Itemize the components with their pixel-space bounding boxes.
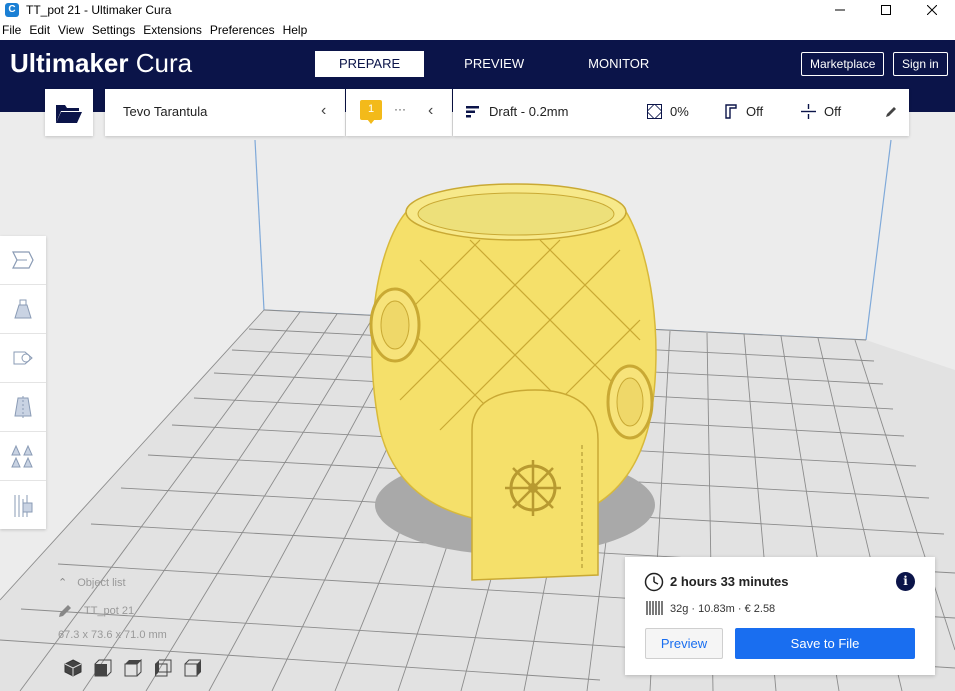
mirror-icon [14,396,32,418]
view-3d-button[interactable] [58,658,88,678]
profile-icon [466,106,479,118]
sign-in-button[interactable]: Sign in [893,52,948,76]
move-tool[interactable] [0,236,46,285]
stage-tabs: PREPARE PREVIEW MONITOR [315,51,689,77]
support-blocker-tool[interactable] [0,481,46,530]
menu-preferences[interactable]: Preferences [209,23,276,37]
extruder-dots: ··· [394,102,406,116]
folder-open-icon [56,104,82,123]
info-icon[interactable]: i [896,572,915,591]
adhesion-setting: Off [801,104,841,119]
clock-icon [644,572,664,592]
minimize-icon [835,9,845,11]
logo-brand: Ultimaker [10,48,129,78]
menu-extensions[interactable]: Extensions [142,23,203,37]
chevron-up-icon: ⌃ [58,577,68,589]
title-bar: C TT_pot 21 - Ultimaker Cura [0,0,955,20]
mirror-tool[interactable] [0,383,46,432]
cura-app-icon: C [5,3,19,17]
support-icon [725,104,737,119]
view-orientation-buttons [58,658,208,678]
pencil-icon[interactable] [885,106,897,118]
scale-icon [14,299,32,319]
tab-prepare[interactable]: PREPARE [315,51,425,77]
scale-tool[interactable] [0,285,46,334]
view-top-button[interactable] [118,658,148,678]
menu-help[interactable]: Help [282,23,309,37]
profile-setting: Draft - 0.2mm [466,104,568,119]
window-controls [817,0,955,20]
per-model-settings-tool[interactable] [0,432,46,481]
chevron-left-icon: ‹ [428,102,434,119]
material-estimate: 32g · 10.83m · € 2.58 [670,603,776,615]
extruder-selector[interactable]: 1 ··· ‹ [346,89,452,136]
3d-view-icon [64,659,82,677]
open-file-button[interactable] [45,89,93,136]
preview-button[interactable]: Preview [645,628,723,659]
object-dimensions: 67.3 x 73.6 x 71.0 mm [58,629,167,641]
menu-file[interactable]: File [1,23,22,37]
adhesion-icon [801,104,816,119]
maximize-button[interactable] [863,0,909,20]
object-name-row[interactable]: TT_pot 21 [58,604,134,618]
logo-product: Cura [135,48,193,78]
save-to-file-button[interactable]: Save to File [735,628,915,659]
rotate-tool[interactable] [0,334,46,383]
support-value: Off [746,104,764,119]
printer-name: Tevo Tarantula [123,104,208,119]
support-blocker-icon [14,494,33,517]
menu-edit[interactable]: Edit [28,23,51,37]
menu-view[interactable]: View [57,23,85,37]
front-view-icon [94,659,112,677]
print-info-panel: 2 hours 33 minutes i 32g · 10.83m · € 2.… [625,557,935,675]
view-front-button[interactable] [88,658,118,678]
view-right-button[interactable] [178,658,208,678]
infill-setting: 0% [647,104,689,119]
move-icon [12,251,34,269]
top-view-icon [124,659,142,677]
infill-value: 0% [670,104,689,119]
app-logo: Ultimaker Cura [10,48,192,79]
object-name: TT_pot 21 [84,604,135,617]
infill-icon [647,104,662,119]
print-time: 2 hours 33 minutes [670,574,789,589]
close-button[interactable] [909,0,955,20]
window-title: TT_pot 21 - Ultimaker Cura [26,3,172,17]
left-view-icon [155,659,172,677]
maximize-icon [881,5,891,15]
adhesion-value: Off [824,104,842,119]
minimize-button[interactable] [817,0,863,20]
print-settings-selector[interactable]: Draft - 0.2mm 0% Off Off [453,89,909,136]
tab-monitor[interactable]: MONITOR [564,51,673,77]
menu-bar: File Edit View Settings Extensions Prefe… [0,20,955,40]
view-left-button[interactable] [148,658,178,678]
object-list-toggle[interactable]: ⌃ Object list [58,576,126,589]
support-setting: Off [723,104,763,119]
pencil-icon [59,605,71,617]
menu-settings[interactable]: Settings [91,23,136,37]
per-model-settings-icon [11,444,33,468]
object-list-header: Object list [77,577,126,589]
profile-label: Draft - 0.2mm [489,104,569,119]
tool-bar [0,236,46,529]
extruder-badge: 1 [360,100,382,124]
tab-preview[interactable]: PREVIEW [440,51,548,77]
close-icon [927,5,937,15]
right-view-icon [184,659,201,677]
marketplace-button[interactable]: Marketplace [801,52,885,76]
chevron-left-icon: ‹ [321,102,327,119]
printer-selector[interactable]: Tevo Tarantula ‹ [105,89,345,136]
rotate-icon [13,351,33,365]
spool-icon [646,601,663,615]
